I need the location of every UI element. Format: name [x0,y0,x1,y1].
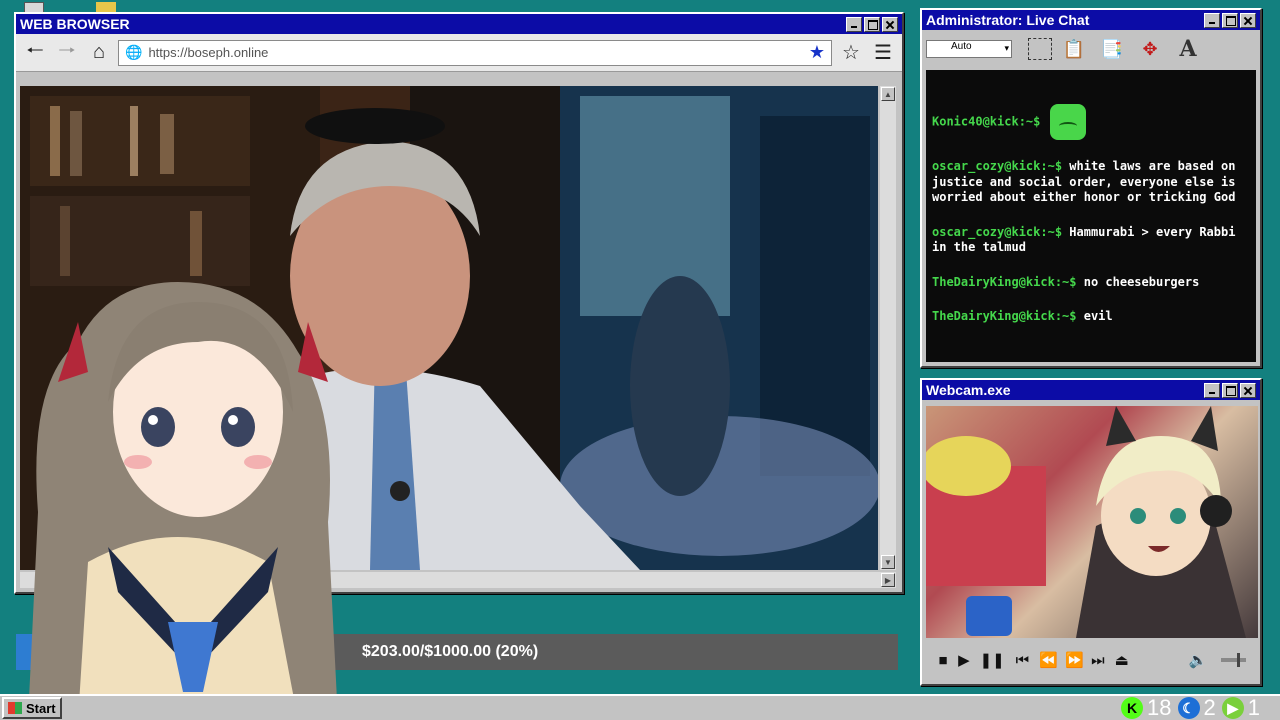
start-button[interactable]: Start [2,697,62,719]
volume-icon[interactable]: 🔈 [1189,651,1208,669]
menu-icon[interactable]: ☰ [870,40,896,66]
chat-titlebar[interactable]: Administrator: Live Chat [922,10,1260,30]
url-text[interactable]: https://boseph.online [148,45,802,60]
moon-stat: ☾ 2 [1177,695,1216,720]
scroll-up-icon[interactable]: ▲ [881,87,895,101]
rumble-count: 1 [1247,695,1260,720]
previous-track-icon[interactable]: ⏮ [1016,652,1030,669]
back-arrow-icon[interactable]: 🠐 [22,40,48,66]
vtuber-avatar [28,282,338,720]
media-controls: ■ ▶ ❚❚ ⏮ ⏪ ⏩ ⏭ ⏏ 🔈 [926,642,1258,678]
rewind-icon[interactable]: ⏪ [1039,651,1058,669]
donation-text: $203.00/$1000.00 (20%) [362,643,539,660]
address-bar[interactable]: 🌐 https://boseph.online ★ [118,39,832,66]
paste-icon[interactable]: 📑 [1096,34,1128,64]
play-icon[interactable]: ▶ [958,651,970,669]
chat-username[interactable]: oscar_cozy@kick:~$ [932,159,1062,173]
windows-logo-icon [8,702,22,714]
system-tray: K 18 ☾ 2 ▶ 1 [1121,695,1278,720]
copy-icon[interactable]: 📋 [1058,34,1090,64]
scroll-down-icon[interactable]: ▼ [881,555,895,569]
chat-message: TheDairyKing@kick:~$ no cheeseburgers [932,275,1250,291]
maximize-button[interactable] [1222,382,1238,398]
taskbar: Start K 18 ☾ 2 ▶ 1 [0,694,1280,720]
eject-icon[interactable]: ⏏ [1115,651,1129,669]
chat-spacer [932,70,1250,78]
kick-viewers-stat: K 18 [1121,695,1172,720]
size-select[interactable]: Auto [926,40,1012,58]
chat-message: oscar_cozy@kick:~$ white laws are based … [932,159,1250,206]
anime-avatar-feed [926,406,1246,638]
chat-toolbar: Auto 📋 📑 ✥ A [922,30,1260,68]
chat-username[interactable]: TheDairyKing@kick:~$ [932,275,1077,289]
chat-username[interactable]: oscar_cozy@kick:~$ [932,225,1062,239]
chat-message: TheDairyKing@kick:~$ evil [932,309,1250,325]
webcam-titlebar[interactable]: Webcam.exe [922,380,1260,400]
webcam-window: Webcam.exe ■ ▶ ❚❚ ⏮ ⏪ ⏩ ⏭ ⏏ 🔈 [920,378,1262,686]
close-button[interactable] [882,16,898,32]
chat-log: Konic40@kick:~$ oscar_cozy@kick:~$ white… [926,70,1256,362]
chat-text: no cheeseburgers [1083,274,1200,289]
pause-icon[interactable]: ❚❚ [980,651,1005,669]
browser-titlebar[interactable]: WEB BROWSER [16,14,902,34]
volume-slider[interactable] [1220,653,1246,667]
minimize-button[interactable] [1204,382,1220,398]
rumble-stat: ▶ 1 [1221,695,1260,720]
webcam-title: Webcam.exe [926,382,1011,398]
chat-username[interactable]: TheDairyKing@kick:~$ [932,309,1077,323]
webcam-feed [926,406,1258,638]
kick-count: 18 [1147,695,1172,720]
select-region-icon[interactable] [1028,38,1052,60]
close-button[interactable] [1240,12,1256,28]
browser-title: WEB BROWSER [20,16,130,32]
sick-face-emote [1050,104,1087,140]
next-track-icon[interactable]: ⏭ [1091,652,1105,669]
bookmark-star-icon[interactable]: ★ [809,42,825,63]
chat-username[interactable]: Konic40@kick:~$ [932,115,1040,129]
minimize-button[interactable] [1204,12,1220,28]
maximize-button[interactable] [1222,12,1238,28]
chat-title: Administrator: Live Chat [926,12,1090,28]
globe-icon: 🌐 [125,44,143,60]
moon-count: 2 [1203,695,1216,720]
scroll-right-icon[interactable]: ▶ [881,573,895,587]
stop-icon[interactable]: ■ [938,652,948,669]
vertical-scrollbar[interactable]: ▲ ▼ [880,86,896,570]
chat-message: Konic40@kick:~$ [932,78,1250,140]
home-icon[interactable]: ⌂ [86,40,112,66]
star-outline-icon[interactable]: ☆ [838,40,864,66]
forward-arrow-icon[interactable]: 🠒 [54,40,80,66]
live-chat-window: Administrator: Live Chat Auto 📋 📑 ✥ A Ko… [920,8,1262,368]
moon-icon: ☾ [1177,697,1200,719]
maximize-button[interactable] [864,16,880,32]
chat-text: evil [1083,309,1113,323]
minimize-button[interactable] [846,16,862,32]
browser-navbar: 🠐 🠒 ⌂ 🌐 https://boseph.online ★ ☆ ☰ [16,34,902,72]
kick-logo-icon: K [1121,697,1144,719]
font-icon[interactable]: A [1172,34,1204,64]
move-icon[interactable]: ✥ [1134,34,1166,64]
fast-forward-icon[interactable]: ⏩ [1065,651,1084,669]
start-label: Start [26,700,56,716]
close-button[interactable] [1240,382,1256,398]
chat-message: oscar_cozy@kick:~$ Hammurabi > every Rab… [932,225,1250,256]
rumble-play-icon: ▶ [1221,697,1244,719]
